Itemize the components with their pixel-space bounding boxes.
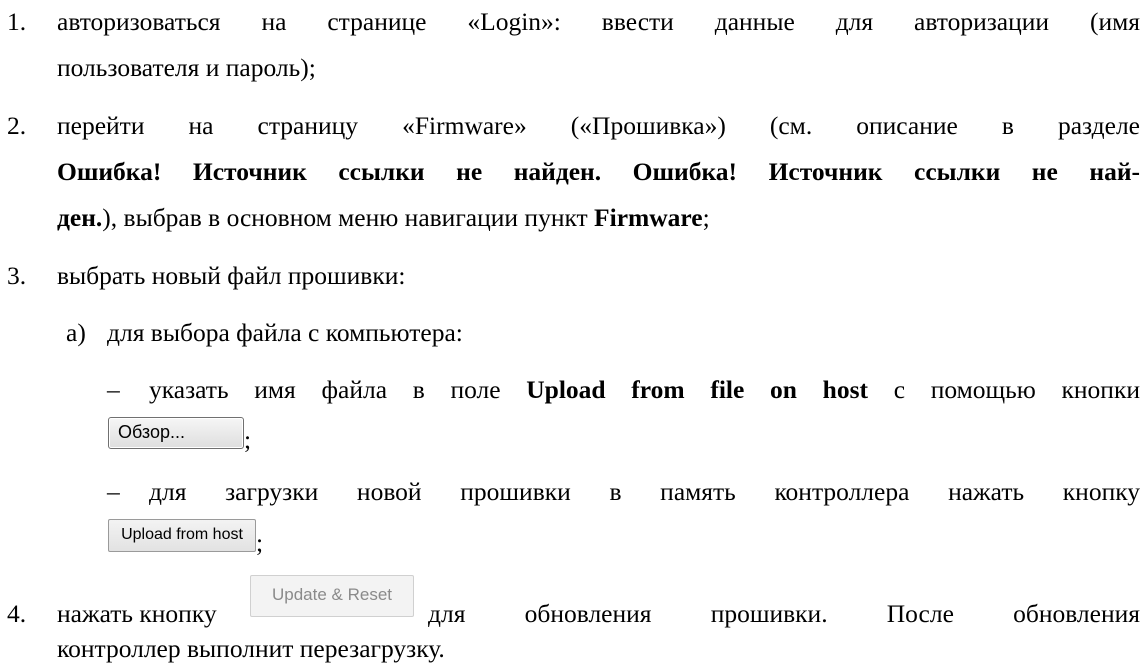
bullet-1-text: указать имя файла в поле [149,375,527,404]
item-2-text: ), выбрав в основном меню навигации пунк… [102,203,595,232]
upload-from-file-on-host-field-name: Upload from file on host [526,375,868,404]
error-reference-end: ден. [57,203,103,232]
item-2-line-2: Ошибка! Источник ссылки не найден. Ошибк… [57,157,1140,187]
item-number: 4. [7,599,27,628]
item-4-text-before: нажать кнопку [57,599,217,628]
item-number: 1. [7,7,27,36]
bullet-1-text-end: с помощью кнопки [868,375,1140,404]
menu-item-firmware: Firmware [594,203,703,232]
punctuation: ; [256,528,264,557]
sub-item-text: для выбора файла с компьютера: [107,318,463,347]
bullet-dash: – [107,375,120,404]
browse-button[interactable]: Обзор... [108,417,244,450]
bullet-2-line-1: для загрузки новой прошивки в память кон… [149,477,1140,506]
item-number: 3. [7,261,27,290]
item-3-text: выбрать новый файл прошивки: [57,261,406,290]
item-4-text-after: для обновления прошивки. После обновлени… [428,599,1140,628]
item-number: 2. [7,111,27,140]
item-2-line-1: перейти на страницу «Firmware» («Прошивк… [57,111,1140,140]
bullet-2-line-2: Upload from host; [108,518,263,557]
punctuation: ; [244,425,252,454]
update-reset-button[interactable]: Update & Reset [250,575,414,617]
item-1-line-1: авторизоваться на странице «Login»: ввес… [57,7,1140,36]
bullet-1-line-1: указать имя файла в поле Upload from fil… [149,375,1140,405]
error-reference-text: Ошибка! Источник ссылки не найден. Ошибк… [57,157,1140,186]
item-2-line-3: ден.), выбрав в основном меню навигации … [57,203,710,233]
item-4-line-2: контроллер выполнит перезагрузку. [57,634,445,663]
bullet-1-line-2: Обзор...; [108,416,251,454]
item-1-line-2: пользователя и пароль); [57,53,316,82]
bullet-dash: – [107,477,120,506]
punctuation: ; [702,203,710,232]
sub-item-letter: а) [66,318,86,347]
upload-from-host-button[interactable]: Upload from host [108,518,256,552]
